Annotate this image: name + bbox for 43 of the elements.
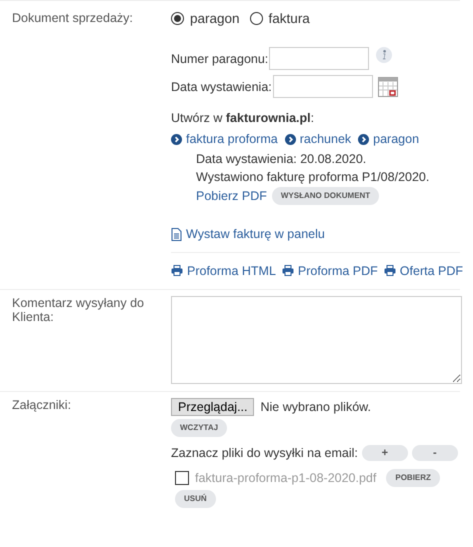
comment-field[interactable] (171, 296, 462, 384)
radio-button[interactable] (171, 12, 184, 25)
info-icon[interactable] (376, 47, 392, 63)
radio-label[interactable]: faktura (268, 11, 310, 26)
field-label: Komentarz wysyłany do Klienta: (12, 296, 146, 324)
radio-button[interactable] (250, 12, 263, 25)
browse-button[interactable]: Przeglądaj... (171, 398, 254, 416)
delete-button[interactable]: USUŃ (175, 490, 216, 508)
input-field[interactable] (269, 47, 370, 70)
email-label: Zaznacz pliki do wysyłki na email: (171, 446, 358, 460)
create-link[interactable]: rachunek (284, 132, 352, 146)
create-link[interactable]: faktura proforma (171, 132, 278, 146)
panel-link[interactable]: Wystaw fakturę w panelu (171, 227, 325, 241)
print-link[interactable]: Oferta PDF (384, 264, 464, 278)
create-heading: Utwórz w fakturownia.pl: (171, 111, 316, 125)
add-button[interactable]: + (362, 444, 408, 460)
chevron-circle-icon (171, 134, 182, 144)
document-icon (171, 228, 182, 240)
radio-label[interactable]: paragon (190, 11, 240, 26)
download-link[interactable]: Pobierz PDF (196, 187, 267, 205)
field-label: Załączniki: (12, 398, 72, 412)
field-label: Numer paragonu: (171, 52, 268, 66)
file-status: Nie wybrano plików. (260, 400, 371, 414)
input-field[interactable] (272, 75, 373, 98)
file-name: faktura-proforma-p1-08-2020.pdf (195, 470, 376, 484)
chevron-circle-icon (284, 134, 296, 144)
upload-button[interactable]: WCZYTAJ (171, 418, 228, 436)
field-label: Dokument sprzedaży: (12, 11, 134, 25)
checkbox[interactable] (175, 470, 189, 484)
print-link[interactable]: Proforma PDF (282, 264, 378, 278)
create-link[interactable]: paragon (358, 132, 420, 146)
chevron-circle-icon (358, 134, 370, 144)
printer-icon (171, 265, 183, 276)
calendar-icon[interactable] (378, 76, 398, 96)
download-button[interactable]: POBIERZ (386, 468, 440, 486)
status-badge: WYSŁANO DOKUMENT (272, 187, 380, 205)
printer-icon (282, 265, 294, 276)
print-link[interactable]: Proforma HTML (171, 264, 276, 278)
remove-button[interactable]: - (412, 444, 458, 460)
printer-icon (384, 265, 396, 276)
issue-detail: Wystawiono fakturę proforma P1/08/2020. (196, 169, 430, 186)
field-label: Data wystawienia: (171, 80, 272, 94)
issue-detail: Data wystawienia: 20.08.2020. (196, 151, 368, 168)
